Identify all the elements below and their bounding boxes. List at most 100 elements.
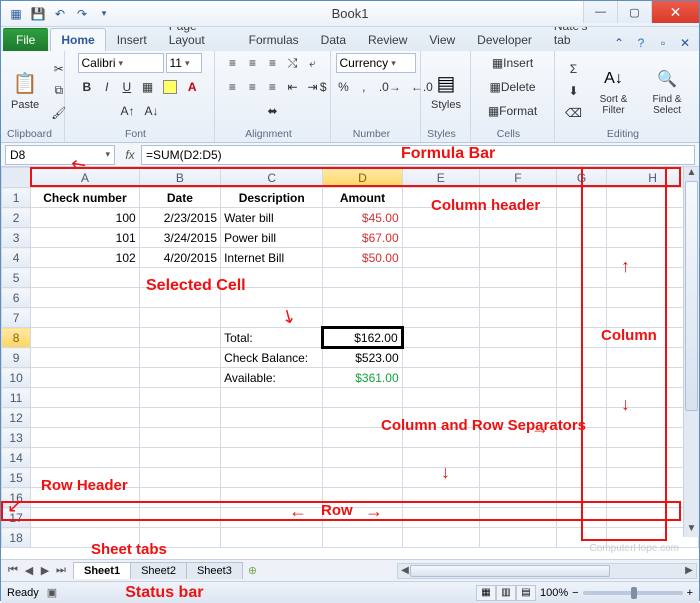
cell-C9[interactable]: Check Balance: <box>221 348 323 368</box>
formula-input[interactable]: =SUM(D2:D5) <box>141 145 695 165</box>
cell-A4[interactable]: 102 <box>31 248 140 268</box>
last-sheet-icon[interactable]: ⏭ <box>53 564 69 577</box>
tab-data[interactable]: Data <box>310 28 357 51</box>
cell-C4[interactable]: Internet Bill <box>221 248 323 268</box>
sheet-tab-2[interactable]: Sheet2 <box>130 562 187 579</box>
decrease-indent-icon[interactable]: ⇤ <box>283 77 301 97</box>
name-box[interactable]: D8▾ <box>5 145 115 165</box>
font-color-button[interactable]: A <box>183 77 201 97</box>
zoom-out-icon[interactable]: − <box>572 587 578 599</box>
styles-button[interactable]: ▤ Styles <box>427 69 465 113</box>
row-header-8[interactable]: 8 <box>2 328 31 348</box>
undo-icon[interactable]: ↶ <box>51 5 69 23</box>
tab-formulas[interactable]: Formulas <box>238 28 310 51</box>
row-header-10[interactable]: 10 <box>2 368 31 388</box>
align-top-icon[interactable]: ≡ <box>224 53 242 73</box>
view-buttons[interactable]: ▦ ▥ ▤ <box>476 585 536 601</box>
row-header-15[interactable]: 15 <box>2 468 31 488</box>
sheet-tab-1[interactable]: Sheet1 <box>73 562 131 579</box>
col-header-E[interactable]: E <box>402 168 479 188</box>
cell-B1[interactable]: Date <box>139 188 220 208</box>
find-select-button[interactable]: 🔍 Find & Select <box>641 64 693 118</box>
sheet-tab-3[interactable]: Sheet3 <box>186 562 243 579</box>
tab-insert[interactable]: Insert <box>106 28 158 51</box>
cell-D4[interactable]: $50.00 <box>323 248 402 268</box>
next-sheet-icon[interactable]: ▶ <box>37 564 53 577</box>
tab-developer[interactable]: Developer <box>466 28 543 51</box>
zoom-level[interactable]: 100% <box>540 587 568 599</box>
prev-sheet-icon[interactable]: ◀ <box>21 564 37 577</box>
orientation-icon[interactable]: ⤭ <box>284 53 302 73</box>
wrap-text-icon[interactable]: ⤶ <box>304 53 322 73</box>
comma-icon[interactable]: , <box>355 77 373 97</box>
scroll-up-icon[interactable]: ▲ <box>684 167 699 181</box>
window-close-icon[interactable]: ✕ <box>677 35 693 51</box>
col-header-C[interactable]: C <box>221 168 323 188</box>
cell-A2[interactable]: 100 <box>31 208 140 228</box>
col-header-G[interactable]: G <box>557 168 607 188</box>
vertical-scrollbar[interactable]: ▲ ▼ <box>683 167 699 537</box>
minimize-button[interactable]: — <box>583 1 617 23</box>
row-header-18[interactable]: 18 <box>2 528 31 548</box>
row-header-11[interactable]: 11 <box>2 388 31 408</box>
hscroll-thumb[interactable] <box>410 565 610 577</box>
redo-icon[interactable]: ↷ <box>73 5 91 23</box>
cell-D3[interactable]: $67.00 <box>323 228 402 248</box>
clear-icon[interactable]: ⌫ <box>561 103 586 123</box>
fill-icon[interactable]: ⬇ <box>561 81 586 101</box>
align-right-icon[interactable]: ≡ <box>263 77 281 97</box>
sheet-nav[interactable]: ⏮ ◀ ▶ ⏭ <box>1 564 73 577</box>
sort-filter-button[interactable]: A↓ Sort & Filter <box>590 64 637 118</box>
new-sheet-icon[interactable]: ⊕ <box>242 564 263 577</box>
save-icon[interactable]: 💾 <box>29 5 47 23</box>
cell-D9[interactable]: $523.00 <box>323 348 402 368</box>
horizontal-scrollbar[interactable]: ◀ ▶ <box>397 563 697 579</box>
row-header-17[interactable]: 17 <box>2 508 31 528</box>
first-sheet-icon[interactable]: ⏮ <box>5 564 21 577</box>
window-restore-icon[interactable]: ▫ <box>655 35 671 51</box>
help-icon[interactable]: ? <box>633 35 649 51</box>
page-break-view-icon[interactable]: ▤ <box>516 585 536 601</box>
row-header-12[interactable]: 12 <box>2 408 31 428</box>
delete-cells-button[interactable]: ▦ Delete <box>485 77 539 97</box>
row-header-13[interactable]: 13 <box>2 428 31 448</box>
col-header-A[interactable]: A <box>31 168 140 188</box>
macro-record-icon[interactable]: ▣ <box>47 586 57 599</box>
qat-dropdown-icon[interactable]: ▾ <box>95 5 113 23</box>
cell-A3[interactable]: 101 <box>31 228 140 248</box>
normal-view-icon[interactable]: ▦ <box>476 585 496 601</box>
zoom-slider[interactable] <box>583 591 683 595</box>
tab-home[interactable]: Home <box>50 28 105 51</box>
row-header-7[interactable]: 7 <box>2 308 31 328</box>
row-header-5[interactable]: 5 <box>2 268 31 288</box>
border-button[interactable]: ▦ <box>138 77 157 97</box>
cell-D8[interactable]: $162.00 <box>323 328 402 348</box>
select-all-corner[interactable] <box>2 168 31 188</box>
fx-icon[interactable]: fx <box>119 148 141 162</box>
column-headers[interactable]: A B C D E F G H <box>2 168 699 188</box>
insert-cells-button[interactable]: ▦ Insert <box>488 53 537 73</box>
cell-B3[interactable]: 3/24/2015 <box>139 228 220 248</box>
row-header-6[interactable]: 6 <box>2 288 31 308</box>
row-header-14[interactable]: 14 <box>2 448 31 468</box>
col-header-D[interactable]: D <box>323 168 402 188</box>
cell-C10[interactable]: Available: <box>221 368 323 388</box>
col-header-B[interactable]: B <box>139 168 220 188</box>
font-size-combo[interactable]: 11▾ <box>166 53 202 73</box>
autosum-icon[interactable]: Σ <box>561 59 586 79</box>
align-center-icon[interactable]: ≡ <box>243 77 261 97</box>
percent-icon[interactable]: % <box>334 77 353 97</box>
fill-color-button[interactable] <box>159 77 181 97</box>
tab-view[interactable]: View <box>418 28 466 51</box>
close-button[interactable]: ✕ <box>651 1 699 23</box>
cell-A1[interactable]: Check number <box>31 188 140 208</box>
maximize-button[interactable]: ▢ <box>617 1 651 23</box>
page-layout-view-icon[interactable]: ▥ <box>496 585 516 601</box>
align-bottom-icon[interactable]: ≡ <box>264 53 282 73</box>
increase-font-icon[interactable]: A↑ <box>116 101 138 121</box>
cell-C1[interactable]: Description <box>221 188 323 208</box>
minimize-ribbon-icon[interactable]: ⌃ <box>611 35 627 51</box>
decrease-font-icon[interactable]: A↓ <box>141 101 163 121</box>
align-left-icon[interactable]: ≡ <box>223 77 241 97</box>
italic-button[interactable]: I <box>98 77 116 97</box>
